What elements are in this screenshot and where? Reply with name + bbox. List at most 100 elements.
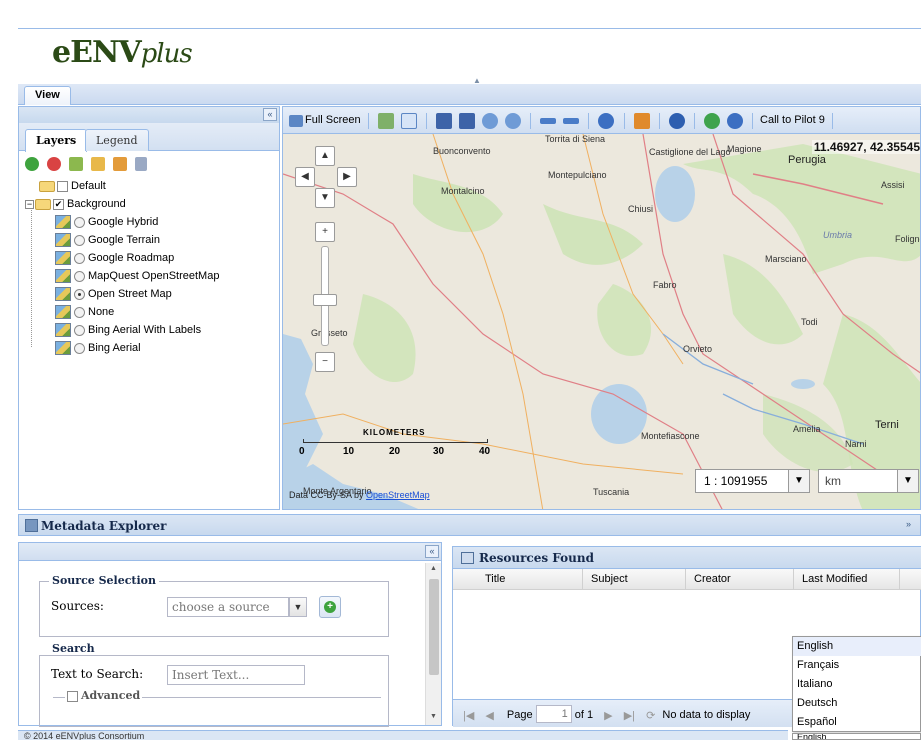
layer-radio[interactable] bbox=[74, 342, 85, 354]
map-tiles bbox=[283, 134, 920, 509]
measure-icon[interactable] bbox=[633, 113, 650, 129]
zoom-out-icon[interactable] bbox=[505, 113, 522, 129]
advanced-checkbox[interactable] bbox=[67, 690, 78, 702]
layer-item[interactable]: None bbox=[55, 303, 114, 321]
language-option-francais[interactable]: Français bbox=[793, 656, 921, 675]
layer-radio[interactable] bbox=[74, 234, 85, 246]
language-select[interactable]: English bbox=[792, 733, 921, 740]
add-group-icon[interactable] bbox=[91, 157, 106, 171]
scale-dropdown-icon[interactable]: ▼ bbox=[788, 469, 810, 493]
first-page-icon[interactable]: |◀ bbox=[463, 709, 474, 722]
place-label: Umbria bbox=[823, 230, 853, 240]
forward-arrow-icon[interactable] bbox=[563, 118, 580, 124]
zoom-out-button[interactable]: − bbox=[315, 352, 335, 372]
place-label: Montepulciano bbox=[548, 170, 607, 180]
layer-radio[interactable] bbox=[74, 216, 85, 228]
collapse-bottom-icon[interactable]: » bbox=[906, 519, 918, 532]
remove-layer-icon[interactable] bbox=[47, 157, 62, 171]
prev-page-icon[interactable]: ◀ bbox=[485, 709, 493, 722]
map-canvas[interactable]: Buonconvento Torrita di Siena Castiglion… bbox=[283, 134, 920, 509]
layer-label: Bing Aerial With Labels bbox=[88, 324, 202, 336]
call-to-pilot-button[interactable]: Call to Pilot 9 bbox=[760, 110, 825, 130]
column-header-last-modified[interactable]: Last Modified bbox=[794, 569, 900, 590]
full-screen-button[interactable]: Full Screen bbox=[305, 110, 361, 130]
layer-item[interactable]: Open Street Map bbox=[55, 285, 172, 303]
add-layer-icon[interactable] bbox=[25, 157, 39, 171]
language-option-italiano[interactable]: Italiano bbox=[793, 675, 921, 694]
unit-combo[interactable]: km bbox=[818, 469, 902, 493]
place-label: Castiglione del Lago bbox=[649, 147, 731, 157]
layer-item[interactable]: Google Roadmap bbox=[55, 249, 174, 267]
folder-icon bbox=[39, 180, 55, 192]
layer-item[interactable]: Google Hybrid bbox=[55, 213, 158, 231]
column-header-subject[interactable]: Subject bbox=[583, 569, 686, 590]
layer-radio-selected[interactable] bbox=[74, 288, 85, 300]
layer-item[interactable]: Bing Aerial With Labels bbox=[55, 321, 201, 339]
layer-radio[interactable] bbox=[74, 270, 85, 282]
pan-down-button[interactable]: ▼ bbox=[315, 188, 335, 208]
language-option-espanol[interactable]: Español bbox=[793, 713, 921, 732]
app-logo: eENVplus bbox=[52, 35, 193, 70]
raster-layer-icon bbox=[55, 305, 71, 320]
pan-up-button[interactable]: ▲ bbox=[315, 146, 335, 166]
sources-dropdown-icon[interactable]: ▼ bbox=[289, 597, 307, 617]
zoom-in-icon[interactable] bbox=[482, 113, 499, 129]
zoom-in-button[interactable]: + bbox=[315, 222, 335, 242]
tab-view[interactable]: View bbox=[24, 86, 71, 105]
collapse-left-button[interactable]: « bbox=[263, 108, 277, 121]
refresh-icon[interactable]: ⟳ bbox=[646, 709, 655, 722]
layer-item[interactable]: Google Terrain bbox=[55, 231, 160, 249]
advanced-toggle[interactable]: Advanced bbox=[65, 689, 143, 702]
earth-icon[interactable] bbox=[668, 113, 685, 129]
scroll-down-icon[interactable]: ▼ bbox=[430, 713, 437, 720]
pan-left-button[interactable]: ◀ bbox=[295, 167, 315, 187]
info-icon[interactable] bbox=[598, 113, 615, 129]
osm-link[interactable]: OpenStreetMap bbox=[366, 490, 430, 500]
tab-layers[interactable]: Layers bbox=[25, 129, 88, 152]
column-header-title[interactable]: Title bbox=[477, 569, 583, 590]
default-checkbox[interactable] bbox=[57, 180, 68, 192]
remove-group-icon[interactable] bbox=[113, 157, 128, 171]
unit-dropdown-icon[interactable]: ▼ bbox=[897, 469, 919, 493]
column-header-creator[interactable]: Creator bbox=[686, 569, 794, 590]
background-checkbox[interactable]: ✔ bbox=[53, 198, 64, 210]
layer-radio[interactable] bbox=[74, 324, 85, 336]
zoom-box-out-icon[interactable] bbox=[459, 113, 476, 129]
language-option-deutsch[interactable]: Deutsch bbox=[793, 694, 921, 713]
zoom-extent-icon[interactable] bbox=[377, 113, 394, 129]
place-label: Montalcino bbox=[441, 186, 485, 196]
back-arrow-icon[interactable] bbox=[540, 118, 557, 124]
source-selection-legend: Source Selection bbox=[49, 574, 160, 587]
layer-radio[interactable] bbox=[74, 306, 85, 318]
collapse-node-icon[interactable]: − bbox=[25, 199, 34, 209]
layer-item[interactable]: MapQuest OpenStreetMap bbox=[55, 267, 219, 285]
zoom-box-in-icon[interactable] bbox=[435, 113, 452, 129]
language-option-english[interactable]: English bbox=[793, 637, 921, 656]
tab-legend[interactable]: Legend bbox=[85, 129, 149, 151]
globe-icon[interactable] bbox=[703, 113, 720, 129]
add-source-button[interactable]: + bbox=[319, 596, 341, 618]
zoom-slider-handle[interactable] bbox=[313, 294, 337, 306]
next-page-icon[interactable]: ▶ bbox=[604, 709, 612, 722]
layer-properties-icon[interactable] bbox=[69, 157, 84, 171]
text-to-search-input[interactable]: Insert Text... bbox=[167, 665, 305, 685]
place-label: Magione bbox=[727, 144, 762, 154]
page-label: Page bbox=[506, 709, 533, 721]
layer-radio[interactable] bbox=[74, 252, 85, 264]
collapse-search-button[interactable]: « bbox=[425, 545, 439, 558]
scroll-up-icon[interactable]: ▲ bbox=[430, 565, 437, 572]
layer-item[interactable]: Bing Aerial bbox=[55, 339, 141, 357]
tree-node-default[interactable]: Default bbox=[39, 177, 106, 195]
scrollbar-thumb[interactable] bbox=[429, 579, 439, 675]
pan-icon[interactable] bbox=[400, 113, 417, 129]
sources-combo[interactable]: choose a source bbox=[167, 597, 289, 617]
search-scrollbar[interactable]: ▲ ▼ bbox=[425, 563, 441, 725]
help-icon[interactable] bbox=[726, 113, 743, 129]
logo-main: eENV bbox=[52, 35, 142, 70]
full-screen-icon[interactable] bbox=[289, 115, 303, 127]
wrench-icon[interactable] bbox=[135, 157, 148, 171]
last-page-icon[interactable]: ▶| bbox=[624, 709, 635, 722]
pan-right-button[interactable]: ▶ bbox=[337, 167, 357, 187]
tree-node-background[interactable]: − ✔ Background bbox=[25, 195, 126, 213]
page-number-input[interactable]: 1 bbox=[535, 705, 572, 723]
